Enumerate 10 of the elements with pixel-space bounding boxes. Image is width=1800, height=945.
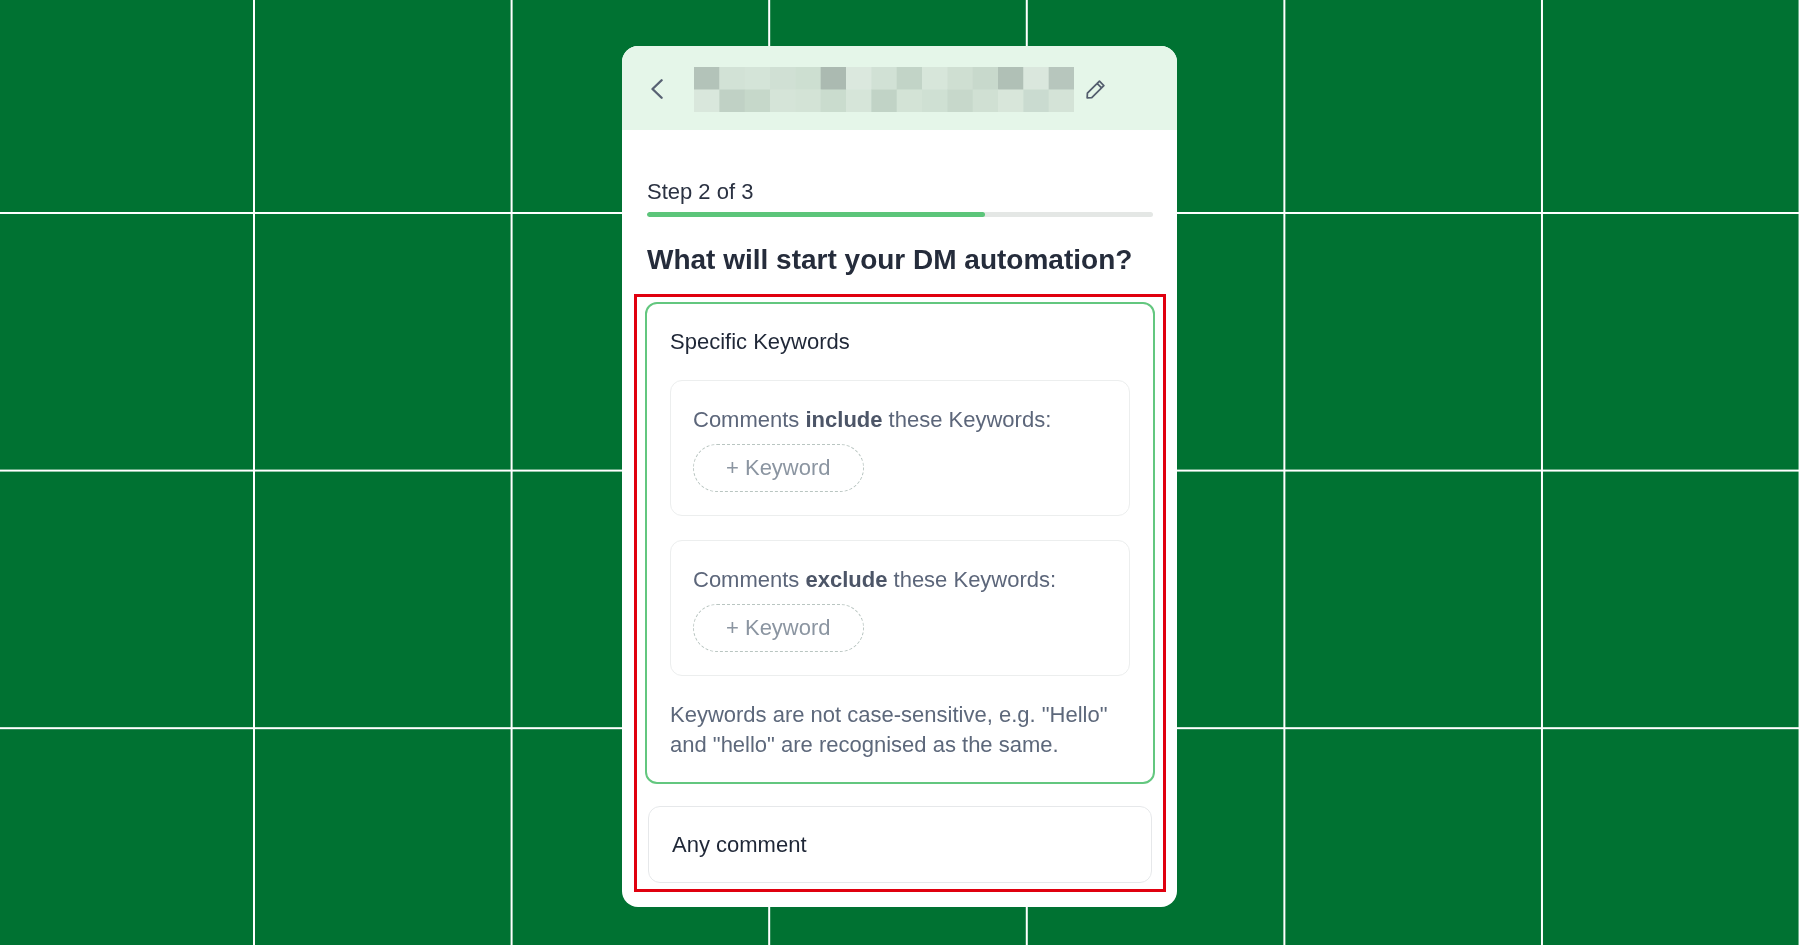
- option-title: Any comment: [672, 831, 808, 859]
- pencil-icon[interactable]: [1086, 79, 1105, 99]
- option-title: Specific Keywords: [670, 328, 851, 356]
- keyword-rule-label: Comments exclude these Keywords:: [693, 567, 1057, 593]
- hint-text: Keywords are not case-sensitive, e.g. "Hello" and "hello" are recognised as the same.: [670, 701, 1109, 759]
- option-card[interactable]: Any comment: [648, 806, 1152, 883]
- question-heading: What will start your DM automation?: [647, 243, 1134, 277]
- keyword-rule-label: Comments include these Keywords:: [693, 407, 1052, 433]
- step-label: Step 2 of 3: [647, 178, 755, 206]
- chevron-left-icon[interactable]: [651, 79, 663, 99]
